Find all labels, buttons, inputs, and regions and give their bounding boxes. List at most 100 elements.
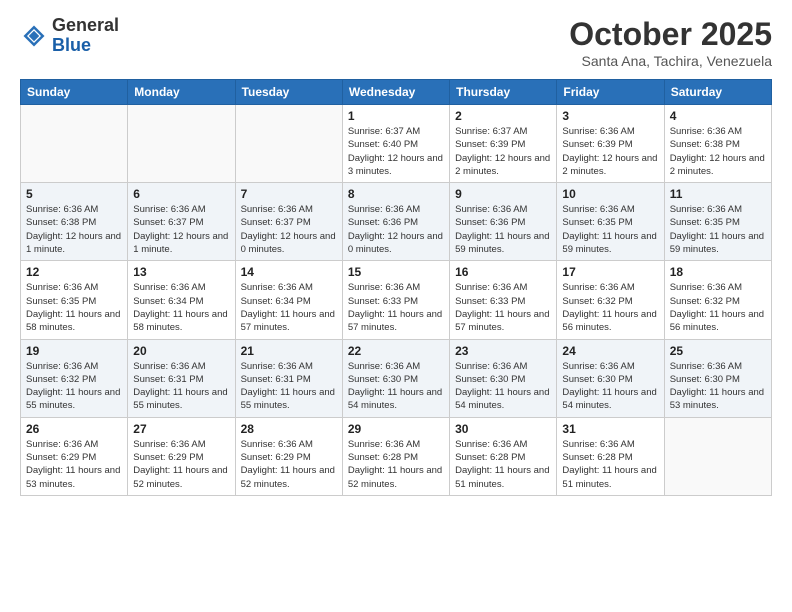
day-number: 24 (562, 344, 658, 358)
calendar-week-row: 12 Sunrise: 6:36 AM Sunset: 6:35 PM Dayli… (21, 261, 772, 339)
day-info: Sunrise: 6:36 AM Sunset: 6:35 PM Dayligh… (26, 281, 122, 334)
title-section: October 2025 Santa Ana, Tachira, Venezue… (569, 16, 772, 69)
day-number: 18 (670, 265, 766, 279)
day-info: Sunrise: 6:36 AM Sunset: 6:32 PM Dayligh… (26, 360, 122, 413)
day-number: 2 (455, 109, 551, 123)
calendar-day-cell (21, 105, 128, 183)
day-info: Sunrise: 6:36 AM Sunset: 6:36 PM Dayligh… (455, 203, 551, 256)
calendar-day-cell: 24 Sunrise: 6:36 AM Sunset: 6:30 PM Dayli… (557, 339, 664, 417)
day-number: 21 (241, 344, 337, 358)
day-info: Sunrise: 6:36 AM Sunset: 6:29 PM Dayligh… (26, 438, 122, 491)
day-number: 3 (562, 109, 658, 123)
day-number: 15 (348, 265, 444, 279)
location: Santa Ana, Tachira, Venezuela (569, 53, 772, 69)
calendar-day-cell (664, 417, 771, 495)
day-number: 16 (455, 265, 551, 279)
day-info: Sunrise: 6:36 AM Sunset: 6:30 PM Dayligh… (562, 360, 658, 413)
calendar-day-cell: 27 Sunrise: 6:36 AM Sunset: 6:29 PM Dayli… (128, 417, 235, 495)
calendar-day-cell: 2Sunrise: 6:37 AM Sunset: 6:39 PM Daylig… (450, 105, 557, 183)
calendar-week-row: 26 Sunrise: 6:36 AM Sunset: 6:29 PM Dayli… (21, 417, 772, 495)
calendar-day-cell: 8 Sunrise: 6:36 AM Sunset: 6:36 PM Daylig… (342, 183, 449, 261)
day-info: Sunrise: 6:36 AM Sunset: 6:37 PM Dayligh… (133, 203, 229, 256)
day-info: Sunrise: 6:36 AM Sunset: 6:34 PM Dayligh… (241, 281, 337, 334)
calendar-day-cell: 15Sunrise: 6:36 AM Sunset: 6:33 PM Dayli… (342, 261, 449, 339)
weekday-header-row: SundayMondayTuesdayWednesdayThursdayFrid… (21, 80, 772, 105)
calendar-day-cell: 6 Sunrise: 6:36 AM Sunset: 6:37 PM Daylig… (128, 183, 235, 261)
day-number: 6 (133, 187, 229, 201)
calendar-day-cell: 13Sunrise: 6:36 AM Sunset: 6:34 PM Dayli… (128, 261, 235, 339)
day-info: Sunrise: 6:36 AM Sunset: 6:32 PM Dayligh… (670, 281, 766, 334)
day-info: Sunrise: 6:36 AM Sunset: 6:39 PM Dayligh… (562, 125, 658, 178)
calendar-day-cell: 31 Sunrise: 6:36 AM Sunset: 6:28 PM Dayli… (557, 417, 664, 495)
weekday-header: Monday (128, 80, 235, 105)
day-number: 25 (670, 344, 766, 358)
page: General Blue October 2025 Santa Ana, Tac… (0, 0, 792, 612)
day-info: Sunrise: 6:36 AM Sunset: 6:38 PM Dayligh… (670, 125, 766, 178)
day-number: 1 (348, 109, 444, 123)
day-info: Sunrise: 6:36 AM Sunset: 6:28 PM Dayligh… (348, 438, 444, 491)
logo: General Blue (20, 16, 119, 56)
calendar-day-cell: 28 Sunrise: 6:36 AM Sunset: 6:29 PM Dayli… (235, 417, 342, 495)
day-info: Sunrise: 6:37 AM Sunset: 6:40 PM Dayligh… (348, 125, 444, 178)
day-info: Sunrise: 6:36 AM Sunset: 6:32 PM Dayligh… (562, 281, 658, 334)
weekday-header: Thursday (450, 80, 557, 105)
day-number: 31 (562, 422, 658, 436)
day-info: Sunrise: 6:36 AM Sunset: 6:38 PM Dayligh… (26, 203, 122, 256)
day-number: 5 (26, 187, 122, 201)
day-number: 30 (455, 422, 551, 436)
month-title: October 2025 (569, 16, 772, 53)
day-number: 12 (26, 265, 122, 279)
day-number: 26 (26, 422, 122, 436)
calendar-week-row: 1 Sunrise: 6:37 AM Sunset: 6:40 PM Daylig… (21, 105, 772, 183)
day-number: 19 (26, 344, 122, 358)
calendar-week-row: 5 Sunrise: 6:36 AM Sunset: 6:38 PM Daylig… (21, 183, 772, 261)
weekday-header: Sunday (21, 80, 128, 105)
calendar-day-cell: 25Sunrise: 6:36 AM Sunset: 6:30 PM Dayli… (664, 339, 771, 417)
day-info: Sunrise: 6:36 AM Sunset: 6:31 PM Dayligh… (133, 360, 229, 413)
day-number: 27 (133, 422, 229, 436)
day-number: 17 (562, 265, 658, 279)
calendar-day-cell: 17 Sunrise: 6:36 AM Sunset: 6:32 PM Dayli… (557, 261, 664, 339)
day-info: Sunrise: 6:36 AM Sunset: 6:35 PM Dayligh… (670, 203, 766, 256)
calendar-day-cell: 10 Sunrise: 6:36 AM Sunset: 6:35 PM Dayli… (557, 183, 664, 261)
calendar-day-cell: 21 Sunrise: 6:36 AM Sunset: 6:31 PM Dayli… (235, 339, 342, 417)
logo-general-label: General (52, 16, 119, 36)
day-number: 8 (348, 187, 444, 201)
day-number: 9 (455, 187, 551, 201)
day-info: Sunrise: 6:36 AM Sunset: 6:31 PM Dayligh… (241, 360, 337, 413)
day-number: 23 (455, 344, 551, 358)
calendar-day-cell: 30Sunrise: 6:36 AM Sunset: 6:28 PM Dayli… (450, 417, 557, 495)
logo-text: General Blue (52, 16, 119, 56)
day-number: 11 (670, 187, 766, 201)
day-number: 20 (133, 344, 229, 358)
day-number: 29 (348, 422, 444, 436)
weekday-header: Friday (557, 80, 664, 105)
day-info: Sunrise: 6:36 AM Sunset: 6:37 PM Dayligh… (241, 203, 337, 256)
calendar-day-cell: 11 Sunrise: 6:36 AM Sunset: 6:35 PM Dayli… (664, 183, 771, 261)
day-info: Sunrise: 6:36 AM Sunset: 6:28 PM Dayligh… (562, 438, 658, 491)
calendar-day-cell (128, 105, 235, 183)
day-info: Sunrise: 6:36 AM Sunset: 6:35 PM Dayligh… (562, 203, 658, 256)
calendar-day-cell: 5 Sunrise: 6:36 AM Sunset: 6:38 PM Daylig… (21, 183, 128, 261)
calendar-day-cell: 7 Sunrise: 6:36 AM Sunset: 6:37 PM Daylig… (235, 183, 342, 261)
weekday-header: Wednesday (342, 80, 449, 105)
day-info: Sunrise: 6:36 AM Sunset: 6:36 PM Dayligh… (348, 203, 444, 256)
day-info: Sunrise: 6:36 AM Sunset: 6:29 PM Dayligh… (241, 438, 337, 491)
calendar-day-cell: 9 Sunrise: 6:36 AM Sunset: 6:36 PM Daylig… (450, 183, 557, 261)
day-number: 14 (241, 265, 337, 279)
day-number: 22 (348, 344, 444, 358)
day-number: 28 (241, 422, 337, 436)
day-info: Sunrise: 6:36 AM Sunset: 6:30 PM Dayligh… (455, 360, 551, 413)
header: General Blue October 2025 Santa Ana, Tac… (20, 16, 772, 69)
day-number: 7 (241, 187, 337, 201)
day-info: Sunrise: 6:36 AM Sunset: 6:29 PM Dayligh… (133, 438, 229, 491)
calendar-day-cell (235, 105, 342, 183)
logo-blue-label: Blue (52, 36, 119, 56)
day-info: Sunrise: 6:36 AM Sunset: 6:33 PM Dayligh… (455, 281, 551, 334)
day-info: Sunrise: 6:36 AM Sunset: 6:34 PM Dayligh… (133, 281, 229, 334)
weekday-header: Tuesday (235, 80, 342, 105)
calendar-day-cell: 1 Sunrise: 6:37 AM Sunset: 6:40 PM Daylig… (342, 105, 449, 183)
calendar-table: SundayMondayTuesdayWednesdayThursdayFrid… (20, 79, 772, 496)
calendar-day-cell: 14 Sunrise: 6:36 AM Sunset: 6:34 PM Dayli… (235, 261, 342, 339)
day-number: 10 (562, 187, 658, 201)
